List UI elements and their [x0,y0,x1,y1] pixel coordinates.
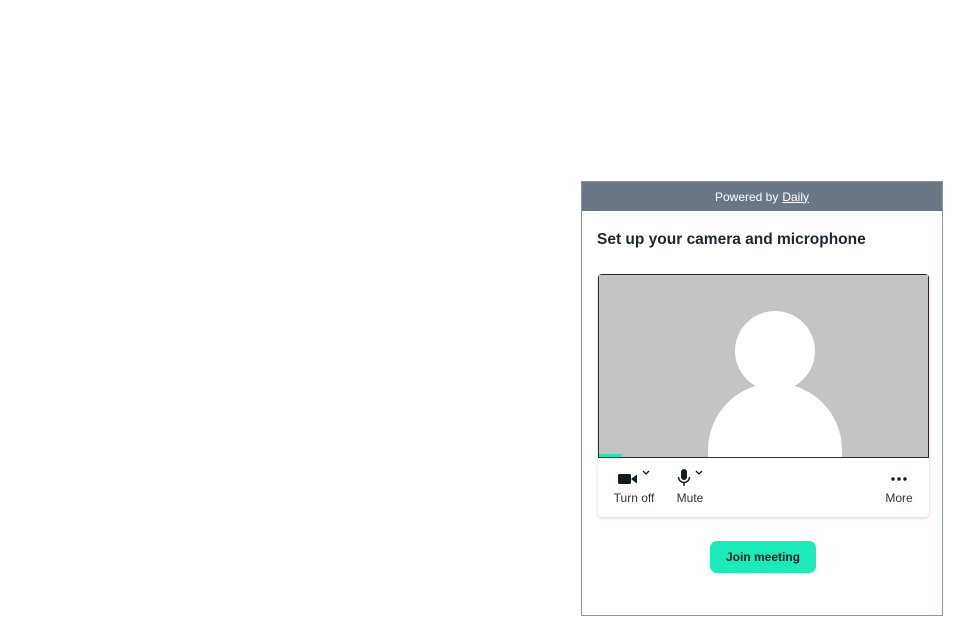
powered-by-banner: Powered by Daily [582,182,942,211]
media-preview-card: Turn off Mute More [598,274,929,517]
camera-toggle-button[interactable]: Turn off [611,458,657,505]
video-camera-icon [617,474,637,484]
daily-link[interactable]: Daily [782,190,809,204]
camera-options-chevron-icon[interactable] [641,468,651,478]
video-preview [598,274,929,458]
mute-button[interactable]: Mute [674,458,706,505]
avatar-body [708,383,842,457]
camera-toggle-label: Turn off [613,491,655,505]
microphone-icon [677,469,690,486]
avatar-head [735,311,815,391]
audio-level-indicator [599,454,623,457]
device-tray: Turn off Mute More [598,458,929,517]
more-label: More [885,491,913,505]
prejoin-panel: Powered by Daily Set up your camera and … [581,181,943,616]
mute-label: Mute [676,491,704,505]
setup-title: Set up your camera and microphone [597,231,866,248]
microphone-options-chevron-icon[interactable] [694,468,704,478]
powered-by-text: Powered by [714,189,779,204]
more-button[interactable]: More [884,458,914,505]
more-dots-icon [891,477,907,481]
join-meeting-button[interactable]: Join meeting [710,541,816,573]
